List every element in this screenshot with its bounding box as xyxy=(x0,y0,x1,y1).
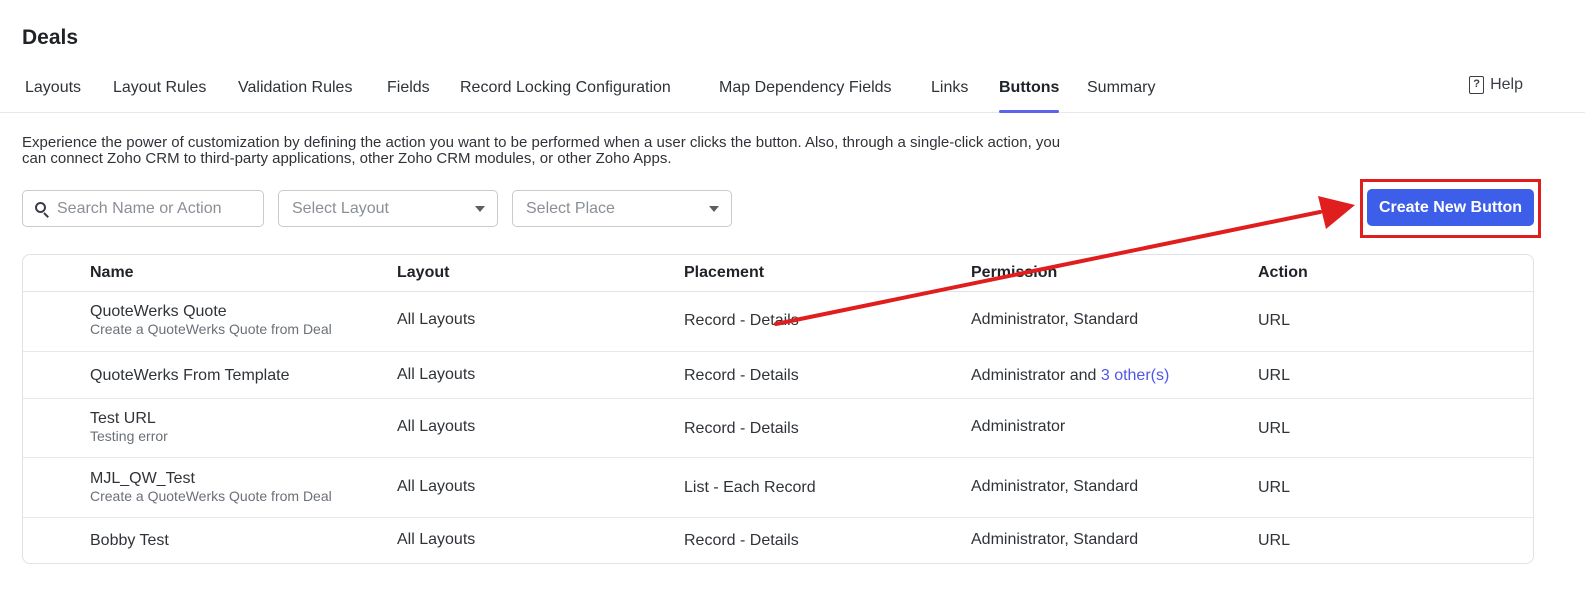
help-label: Help xyxy=(1490,76,1523,93)
place-select[interactable]: Select Place xyxy=(512,190,732,227)
tab-record-locking[interactable]: Record Locking Configuration xyxy=(460,79,671,97)
table-row[interactable]: Bobby Test All Layouts Record - Details … xyxy=(23,518,1533,563)
tab-layouts[interactable]: Layouts xyxy=(25,79,81,97)
search-icon xyxy=(35,201,49,218)
row-placement: Record - Details xyxy=(684,420,799,437)
column-header-permission: Permission xyxy=(971,264,1058,281)
table-row[interactable]: QuoteWerks From Template All Layouts Rec… xyxy=(23,352,1533,399)
row-action: URL xyxy=(1258,312,1291,329)
row-permission: Administrator, Standard xyxy=(971,311,1139,328)
tab-bar: Layouts Layout Rules Validation Rules Fi… xyxy=(0,70,1585,113)
row-permission: Administrator, Standard xyxy=(971,531,1139,548)
table-row[interactable]: Test URL Testing error All Layouts Recor… xyxy=(23,399,1533,458)
tab-summary[interactable]: Summary xyxy=(1087,79,1155,97)
row-permission: Administrator and 3 other(s) xyxy=(971,367,1170,384)
row-layout: All Layouts xyxy=(397,311,476,328)
row-layout: All Layouts xyxy=(397,418,476,435)
row-name: QuoteWerks From Template xyxy=(90,367,290,384)
tab-buttons[interactable]: Buttons xyxy=(999,79,1059,97)
row-action: URL xyxy=(1258,532,1291,549)
tab-validation-rules[interactable]: Validation Rules xyxy=(238,79,352,97)
column-header-name: Name xyxy=(90,264,134,281)
layout-select-label: Select Layout xyxy=(292,199,389,217)
table-header: Name Layout Placement Permission Action xyxy=(23,255,1533,292)
row-action: URL xyxy=(1258,420,1291,437)
search-box[interactable] xyxy=(22,190,264,227)
chevron-down-icon xyxy=(709,206,719,212)
row-description: Testing error xyxy=(90,428,168,444)
row-name: QuoteWerks Quote xyxy=(90,303,227,320)
row-placement: Record - Details xyxy=(684,532,799,549)
row-description: Create a QuoteWerks Quote from Deal xyxy=(90,488,332,504)
row-layout: All Layouts xyxy=(397,531,476,548)
page-description: Experience the power of customization by… xyxy=(22,134,1061,167)
row-action: URL xyxy=(1258,367,1291,384)
tab-layout-rules[interactable]: Layout Rules xyxy=(113,79,206,97)
row-layout: All Layouts xyxy=(397,478,476,495)
create-new-button[interactable]: Create New Button xyxy=(1367,189,1534,226)
layout-select[interactable]: Select Layout xyxy=(278,190,498,227)
row-permission: Administrator xyxy=(971,418,1066,435)
row-permission: Administrator, Standard xyxy=(971,478,1139,495)
active-tab-indicator xyxy=(999,110,1059,113)
tab-fields[interactable]: Fields xyxy=(387,79,430,97)
row-name: MJL_QW_Test xyxy=(90,470,195,487)
column-header-placement: Placement xyxy=(684,264,765,281)
page-title: Deals xyxy=(22,26,79,49)
row-action: URL xyxy=(1258,479,1291,496)
tab-links[interactable]: Links xyxy=(931,79,968,97)
table-row[interactable]: MJL_QW_Test Create a QuoteWerks Quote fr… xyxy=(23,458,1533,518)
annotation-arrow-head xyxy=(1318,196,1355,229)
row-placement: List - Each Record xyxy=(684,479,816,496)
help-icon: ? xyxy=(1469,76,1485,94)
row-placement: Record - Details xyxy=(684,312,799,329)
help-link[interactable]: ? Help xyxy=(1469,76,1523,94)
tab-map-dependency[interactable]: Map Dependency Fields xyxy=(719,79,892,97)
row-name: Bobby Test xyxy=(90,532,169,549)
place-select-label: Select Place xyxy=(526,199,615,217)
buttons-table: Name Layout Placement Permission Action … xyxy=(22,254,1534,564)
row-layout: All Layouts xyxy=(397,366,476,383)
chevron-down-icon xyxy=(475,206,485,212)
search-input[interactable] xyxy=(57,199,247,218)
column-header-layout: Layout xyxy=(397,264,450,281)
row-placement: Record - Details xyxy=(684,367,799,384)
table-row[interactable]: QuoteWerks Quote Create a QuoteWerks Quo… xyxy=(23,292,1533,352)
column-header-action: Action xyxy=(1258,264,1308,281)
permission-others-link[interactable]: 3 other(s) xyxy=(1101,367,1169,384)
row-name: Test URL xyxy=(90,410,156,427)
row-description: Create a QuoteWerks Quote from Deal xyxy=(90,321,332,337)
